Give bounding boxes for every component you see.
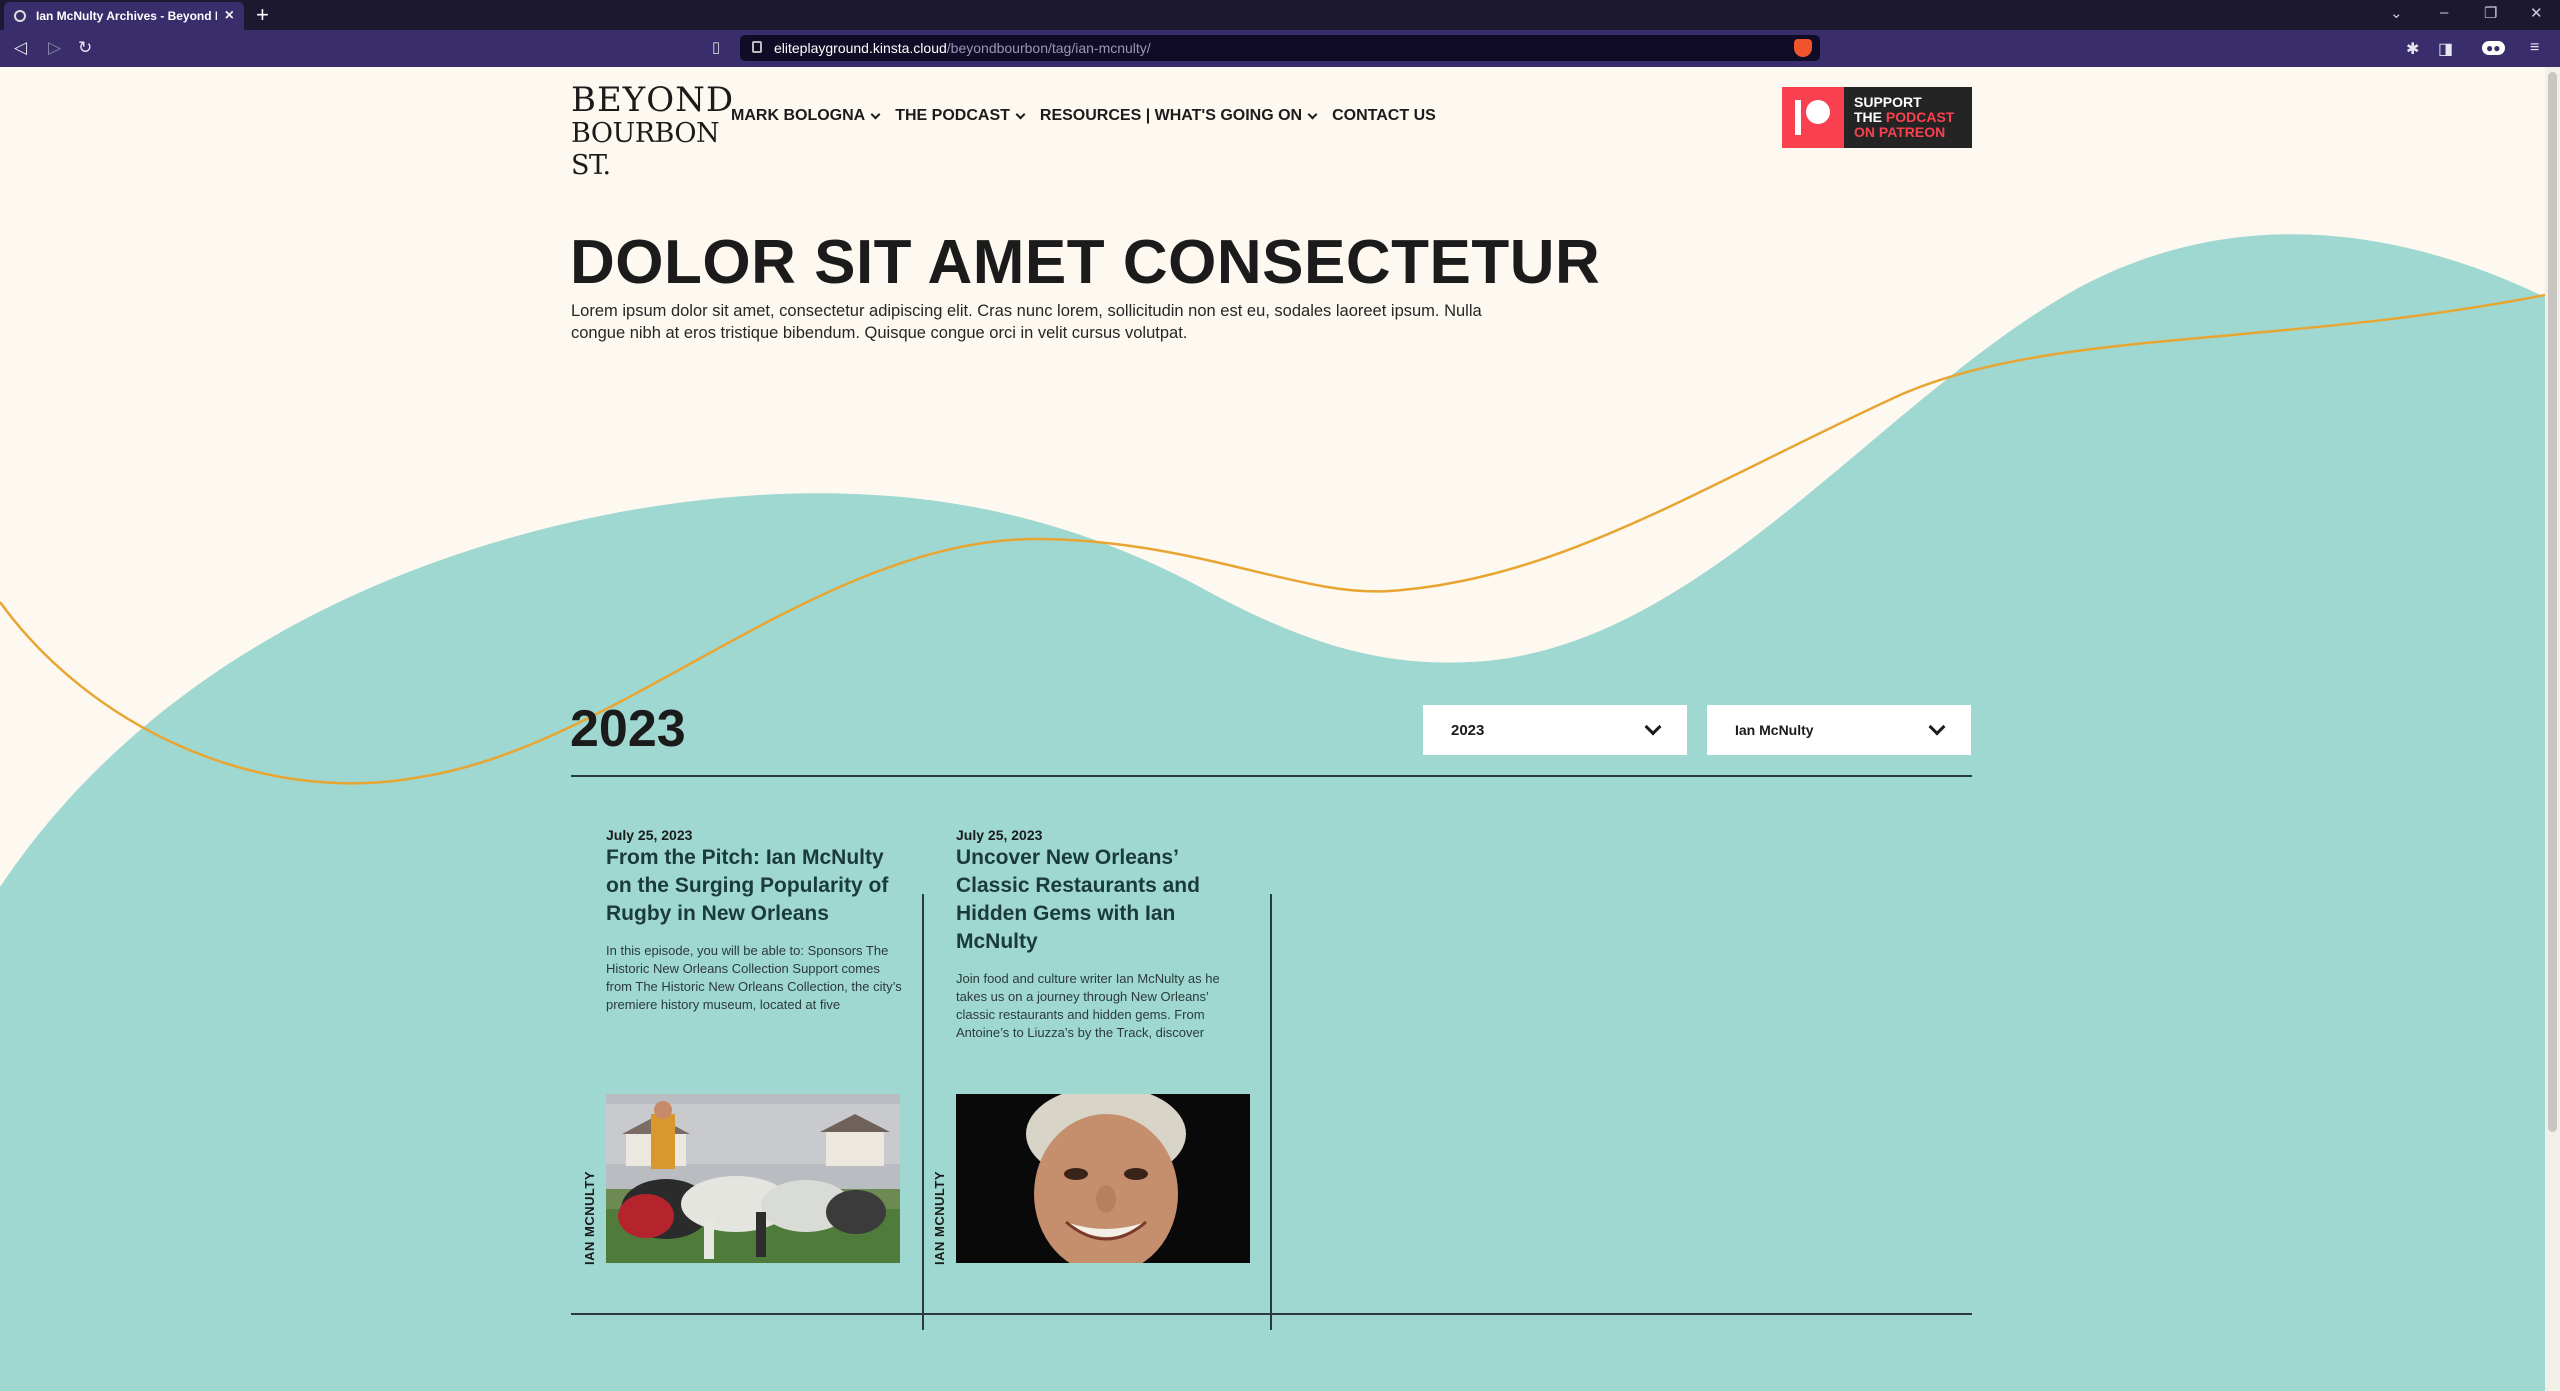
- chevron-down-icon: [1928, 718, 1946, 736]
- nav-item-contact-us[interactable]: CONTACT US: [1332, 107, 1436, 125]
- main-navigation: MARK BOLOGNA THE PODCAST RESOURCES | WHA…: [731, 107, 1436, 125]
- patreon-logo-icon: [1782, 87, 1844, 148]
- patreon-line-3: ON PATREON: [1854, 124, 1946, 140]
- back-icon[interactable]: ◁: [14, 38, 27, 58]
- page-scrollbar-thumb[interactable]: [2548, 72, 2557, 1132]
- nav-item-label: RESOURCES | WHAT'S GOING ON: [1039, 107, 1303, 124]
- post-title[interactable]: From the Pitch: Ian McNulty on the Surgi…: [606, 844, 906, 928]
- site-info-icon[interactable]: [752, 41, 762, 53]
- hero-description: Lorem ipsum dolor sit amet, consectetur …: [571, 302, 1482, 342]
- nav-item-the-podcast[interactable]: THE PODCAST: [895, 107, 1026, 125]
- new-tab-icon[interactable]: +: [256, 3, 269, 27]
- post-tag[interactable]: IAN MCNULTY: [582, 1171, 597, 1265]
- nav-item-label: THE PODCAST: [895, 107, 1010, 124]
- nav-item-label: MARK BOLOGNA: [731, 107, 866, 124]
- year-filter-value: 2023: [1451, 721, 1485, 739]
- section-divider-bottom: [571, 1313, 1972, 1315]
- author-filter-select[interactable]: Ian McNulty: [1707, 705, 1971, 755]
- year-filter-select[interactable]: 2023: [1423, 705, 1687, 755]
- chevron-down-icon: [870, 109, 881, 119]
- patreon-line-2a: THE: [1854, 109, 1886, 125]
- post-title[interactable]: Uncover New Orleans’ Classic Restaurants…: [956, 844, 1216, 956]
- browser-tab-bar: Ian McNulty Archives - Beyond B × + ⌄ – …: [0, 0, 2560, 30]
- browser-tab[interactable]: Ian McNulty Archives - Beyond B ×: [4, 2, 244, 30]
- post-date: July 25, 2023: [956, 827, 1043, 843]
- post-excerpt: In this episode, you will be able to: Sp…: [606, 943, 902, 1012]
- post-image-portrait[interactable]: [956, 1094, 1250, 1263]
- forward-icon[interactable]: ▷: [48, 38, 61, 58]
- reload-icon[interactable]: ↻: [78, 38, 92, 58]
- patreon-line-2b: PODCAST: [1885, 109, 1955, 125]
- web-page: BEYOND BOURBON ST. MARK BOLOGNA THE PODC…: [0, 67, 2560, 1391]
- logo-line-1: BEYOND: [571, 80, 735, 120]
- minimize-icon[interactable]: –: [2440, 4, 2448, 21]
- card-divider: [922, 894, 924, 1330]
- year-heading: 2023: [570, 700, 686, 758]
- url-host: eliteplayground.kinsta.cloud: [774, 40, 947, 56]
- nav-item-mark-bologna[interactable]: MARK BOLOGNA: [731, 107, 881, 125]
- restore-icon[interactable]: ❐: [2484, 4, 2497, 22]
- url-path: /beyondbourbon/tag/ian-mcnulty/: [946, 40, 1151, 56]
- menu-icon[interactable]: ≡: [2530, 39, 2539, 57]
- tab-title: Ian McNulty Archives - Beyond B: [36, 9, 217, 23]
- nav-item-label: CONTACT US: [1332, 107, 1436, 124]
- teal-wave-shape: [0, 234, 2545, 1391]
- sidebar-icon[interactable]: ◨: [2438, 39, 2453, 59]
- post-image-rugby[interactable]: [606, 1094, 900, 1263]
- section-divider-top: [571, 775, 1972, 777]
- site-logo[interactable]: BEYOND BOURBON ST.: [571, 80, 735, 181]
- window-close-icon[interactable]: ✕: [2530, 4, 2543, 22]
- post-tag[interactable]: IAN MCNULTY: [932, 1171, 947, 1265]
- patreon-text: SUPPORT THE PODCAST ON PATREON: [1844, 95, 1954, 140]
- logo-line-2: BOURBON ST.: [571, 118, 720, 181]
- profile-icon[interactable]: ●●: [2482, 41, 2505, 55]
- bookmark-icon[interactable]: ▯: [712, 38, 720, 56]
- post-excerpt: Join food and culture writer Ian McNulty…: [956, 971, 1220, 1040]
- page-title: DOLOR SIT AMET CONSECTETUR: [570, 228, 1601, 297]
- chevron-down-icon: [1307, 109, 1318, 119]
- extensions-icon[interactable]: ✱: [2406, 39, 2419, 59]
- patreon-support-button[interactable]: SUPPORT THE PODCAST ON PATREON: [1782, 87, 1972, 148]
- browser-toolbar: ◁ ▷ ↻ ▯ eliteplayground.kinsta.cloud/bey…: [0, 30, 2560, 67]
- post-date: July 25, 2023: [606, 827, 693, 843]
- tab-close-icon[interactable]: ×: [225, 7, 234, 25]
- tab-list-chevron-icon[interactable]: ⌄: [2390, 4, 2403, 22]
- author-filter-value: Ian McNulty: [1735, 722, 1814, 738]
- card-divider: [1270, 894, 1272, 1330]
- patreon-line-1: SUPPORT: [1854, 94, 1922, 110]
- nav-item-resources[interactable]: RESOURCES | WHAT'S GOING ON: [1039, 107, 1318, 125]
- chevron-down-icon: [1015, 109, 1026, 119]
- brave-shield-icon[interactable]: [1794, 39, 1812, 57]
- address-bar[interactable]: ▯ eliteplayground.kinsta.cloud/beyondbou…: [712, 35, 1820, 61]
- chevron-down-icon: [1644, 718, 1662, 736]
- site-favicon-icon: [14, 10, 26, 22]
